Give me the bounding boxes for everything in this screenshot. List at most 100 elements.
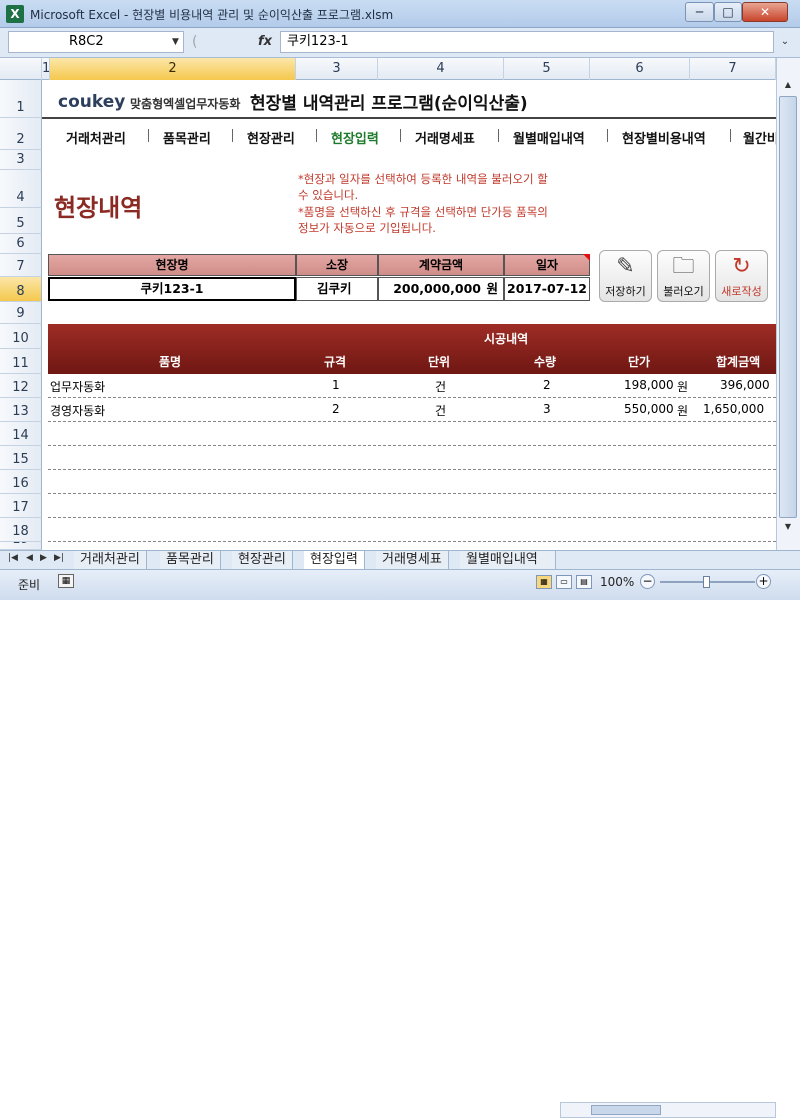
- minimize-button[interactable]: ─: [685, 2, 714, 22]
- scroll-down-icon[interactable]: ▼: [780, 522, 796, 536]
- table-row[interactable]: [48, 518, 776, 542]
- column-header[interactable]: 1: [42, 58, 50, 80]
- last-sheet-icon[interactable]: ▶|: [54, 553, 64, 563]
- menu-item-site-costs[interactable]: 현장별비용내역: [622, 128, 706, 147]
- row-header[interactable]: 10: [0, 324, 42, 349]
- select-all-corner[interactable]: [0, 58, 42, 80]
- folder-download-icon: 🗀: [672, 254, 695, 279]
- table-row[interactable]: [48, 470, 776, 494]
- row-header[interactable]: 5: [0, 208, 42, 234]
- row-header[interactable]: 7: [0, 254, 42, 277]
- contract-amount-cell[interactable]: 200,000,000 원: [378, 277, 504, 301]
- name-box[interactable]: R8C2: [8, 31, 184, 53]
- sheet-tab[interactable]: 현장관리: [232, 551, 293, 569]
- manager-cell[interactable]: 김쿠키: [296, 277, 378, 301]
- price-cell[interactable]: 198,000: [624, 378, 674, 392]
- row-header[interactable]: 2: [0, 118, 42, 150]
- row-header[interactable]: 6: [0, 234, 42, 254]
- row-header[interactable]: 1: [0, 80, 42, 118]
- row-header[interactable]: 11: [0, 349, 42, 374]
- vertical-scroll-thumb[interactable]: [779, 96, 797, 518]
- site-name-cell[interactable]: 쿠키123-1: [48, 277, 296, 301]
- menu-separator: [400, 129, 401, 142]
- row-header[interactable]: 4: [0, 170, 42, 208]
- table-row[interactable]: 업무자동화 1 건 2 198,000 원 396,000: [48, 374, 776, 398]
- unit-cell[interactable]: 건: [435, 378, 446, 395]
- load-button[interactable]: 🗀 불러오기: [657, 250, 710, 302]
- sheet-tab-active[interactable]: 현장입력: [304, 551, 365, 569]
- row-header[interactable]: 13: [0, 398, 42, 422]
- total-cell[interactable]: 396,000: [720, 378, 770, 392]
- save-button[interactable]: ✎ 저장하기: [599, 250, 652, 302]
- normal-view-icon[interactable]: ▦: [536, 575, 552, 589]
- menu-item-monthly[interactable]: 월간비: [743, 128, 776, 147]
- excel-icon[interactable]: X: [6, 5, 24, 23]
- table-row[interactable]: [48, 446, 776, 470]
- table-row[interactable]: 경영자동화 2 건 3 550,000 원 1,650,000: [48, 398, 776, 422]
- qty-cell[interactable]: 3: [543, 402, 551, 416]
- maximize-button[interactable]: □: [714, 2, 742, 22]
- scroll-up-icon[interactable]: ▲: [780, 80, 796, 94]
- row-header[interactable]: 9: [0, 302, 42, 324]
- total-cell[interactable]: 1,650,000: [703, 402, 764, 416]
- menu-item-customers[interactable]: 거래처관리: [66, 128, 126, 147]
- item-cell[interactable]: 업무자동화: [50, 378, 105, 395]
- new-button[interactable]: ↻ 새로작성: [715, 250, 768, 302]
- status-ready: 준비: [18, 578, 41, 592]
- sheet-tab[interactable]: 거래처관리: [74, 551, 147, 569]
- sheet-tab[interactable]: 월별매입내역: [460, 551, 556, 569]
- macro-record-icon[interactable]: ▦: [58, 574, 74, 588]
- unit-cell[interactable]: 건: [435, 402, 446, 419]
- spec-cell[interactable]: 2: [332, 402, 340, 416]
- insert-function-icon[interactable]: fx: [258, 32, 272, 52]
- won-unit: 원: [677, 380, 689, 394]
- price-cell[interactable]: 550,000: [624, 402, 674, 416]
- spec-cell[interactable]: 1: [332, 378, 340, 392]
- row-header[interactable]: 18: [0, 518, 42, 542]
- table-row[interactable]: [48, 422, 776, 446]
- row-header[interactable]: 3: [0, 150, 42, 170]
- column-header[interactable]: 2: [50, 58, 296, 80]
- chevron-down-icon[interactable]: ▼: [172, 31, 179, 53]
- sheet-tab[interactable]: 품목관리: [160, 551, 221, 569]
- prev-sheet-icon[interactable]: ◀: [26, 553, 33, 563]
- logo-tagline: 맞춤형엑셀업무자동화: [130, 97, 241, 111]
- zoom-out-icon[interactable]: −: [640, 574, 655, 589]
- first-sheet-icon[interactable]: |◀: [8, 553, 18, 563]
- horizontal-scroll-thumb[interactable]: [591, 1105, 661, 1115]
- help-note: *품명을 선택하신 후 규격을 선택하면 단가등 품목의: [298, 205, 548, 219]
- column-header[interactable]: 6: [590, 58, 690, 80]
- horizontal-scrollbar[interactable]: [560, 1102, 776, 1118]
- row-header[interactable]: 17: [0, 494, 42, 518]
- menu-item-statement[interactable]: 거래명세표: [415, 128, 475, 147]
- sheet-tab[interactable]: 거래명세표: [376, 551, 449, 569]
- next-sheet-icon[interactable]: ▶: [40, 553, 47, 563]
- zoom-slider-thumb[interactable]: [703, 576, 710, 588]
- row-header[interactable]: 12: [0, 374, 42, 398]
- menu-item-items[interactable]: 품목관리: [163, 128, 211, 147]
- column-header[interactable]: 7: [690, 58, 776, 80]
- zoom-in-icon[interactable]: +: [756, 574, 771, 589]
- date-cell[interactable]: 2017-07-12: [504, 277, 590, 301]
- row-header[interactable]: 16: [0, 470, 42, 494]
- zoom-level[interactable]: 100%: [600, 575, 634, 589]
- formula-bar-resize-handle[interactable]: (: [192, 32, 242, 52]
- row-header[interactable]: 14: [0, 422, 42, 446]
- page-break-view-icon[interactable]: ▤: [576, 575, 592, 589]
- menu-item-sites[interactable]: 현장관리: [247, 128, 295, 147]
- formula-input[interactable]: 쿠키123-1: [280, 31, 774, 53]
- row-header[interactable]: 8: [0, 277, 42, 302]
- expand-formula-bar-icon[interactable]: ⌄: [776, 31, 794, 53]
- row-header[interactable]: 19: [0, 542, 42, 550]
- column-header[interactable]: 3: [296, 58, 378, 80]
- close-button[interactable]: ✕: [742, 2, 788, 22]
- menu-item-monthly-purchases[interactable]: 월별매입내역: [513, 128, 585, 147]
- table-row[interactable]: [48, 494, 776, 518]
- column-header[interactable]: 4: [378, 58, 504, 80]
- qty-cell[interactable]: 2: [543, 378, 551, 392]
- row-header[interactable]: 15: [0, 446, 42, 470]
- menu-item-site-input[interactable]: 현장입력: [331, 128, 379, 147]
- item-cell[interactable]: 경영자동화: [50, 402, 105, 419]
- column-header[interactable]: 5: [504, 58, 590, 80]
- page-layout-view-icon[interactable]: ▭: [556, 575, 572, 589]
